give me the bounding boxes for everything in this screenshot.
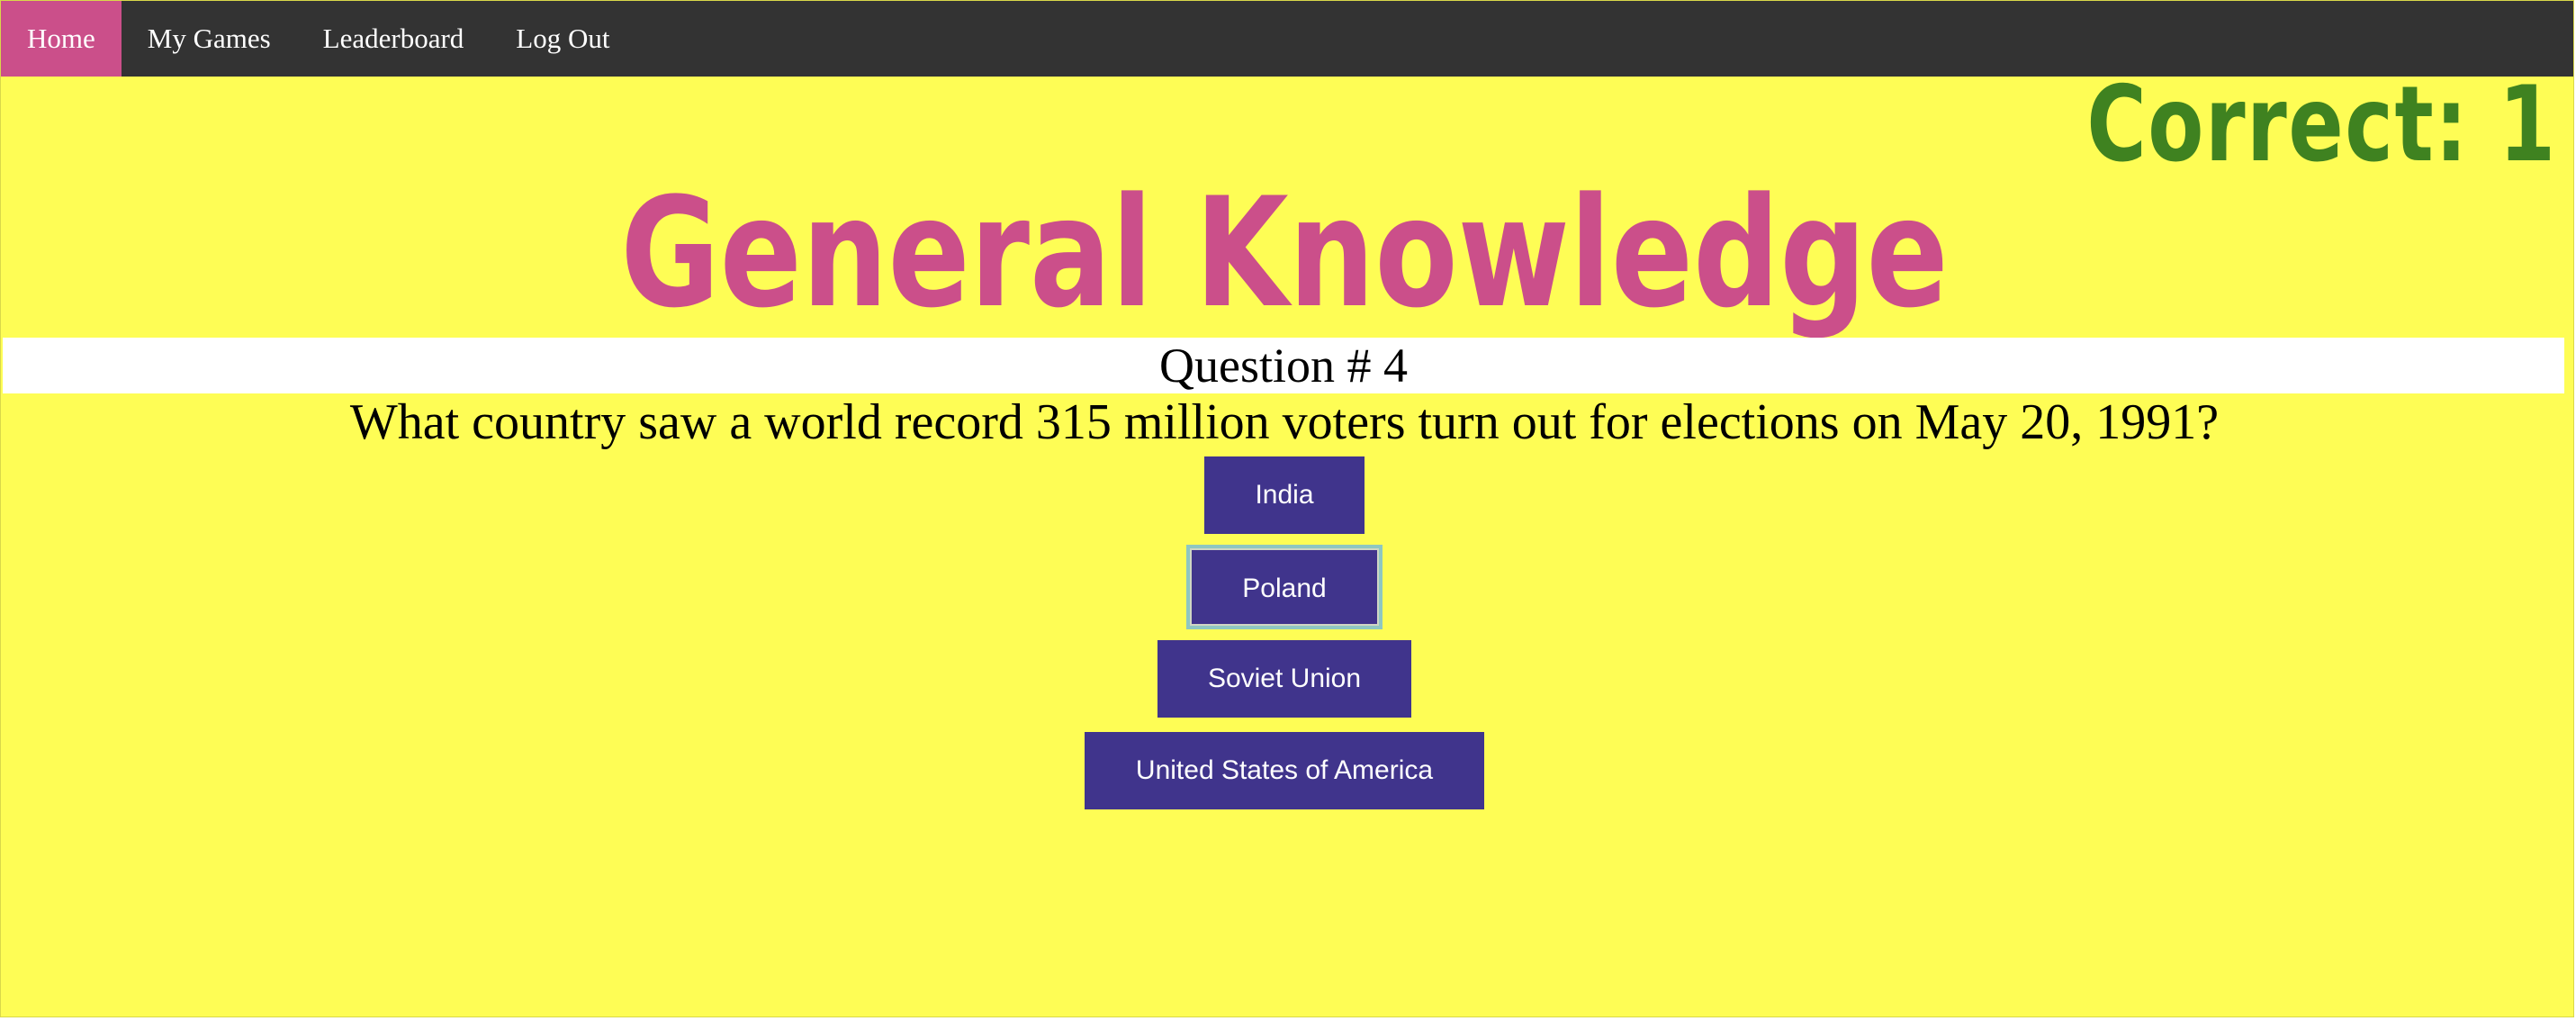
answer-button-poland[interactable]: Poland — [1186, 545, 1383, 629]
nav-home-link[interactable]: Home — [1, 1, 122, 77]
nav-my-games-link[interactable]: My Games — [122, 1, 297, 77]
answer-button-united-states[interactable]: United States of America — [1085, 732, 1484, 809]
quiz-title-text: General Knowledge — [620, 165, 1949, 341]
nav-log-out-link[interactable]: Log Out — [490, 1, 635, 77]
answer-list: India Poland Soviet Union United States … — [1, 456, 2568, 824]
quiz-title: General Knowledge — [1, 177, 2568, 329]
question-text: What country saw a world record 315 mill… — [349, 394, 2220, 450]
answer-button-soviet-union[interactable]: Soviet Union — [1157, 640, 1411, 718]
quiz-page: Home My Games Leaderboard Log Out Correc… — [0, 0, 2574, 1017]
question-number: Question # 4 — [3, 338, 2564, 393]
correct-score: Correct: 1 — [2086, 64, 2557, 185]
nav-leaderboard-link[interactable]: Leaderboard — [297, 1, 491, 77]
answer-button-india[interactable]: India — [1204, 456, 1365, 534]
